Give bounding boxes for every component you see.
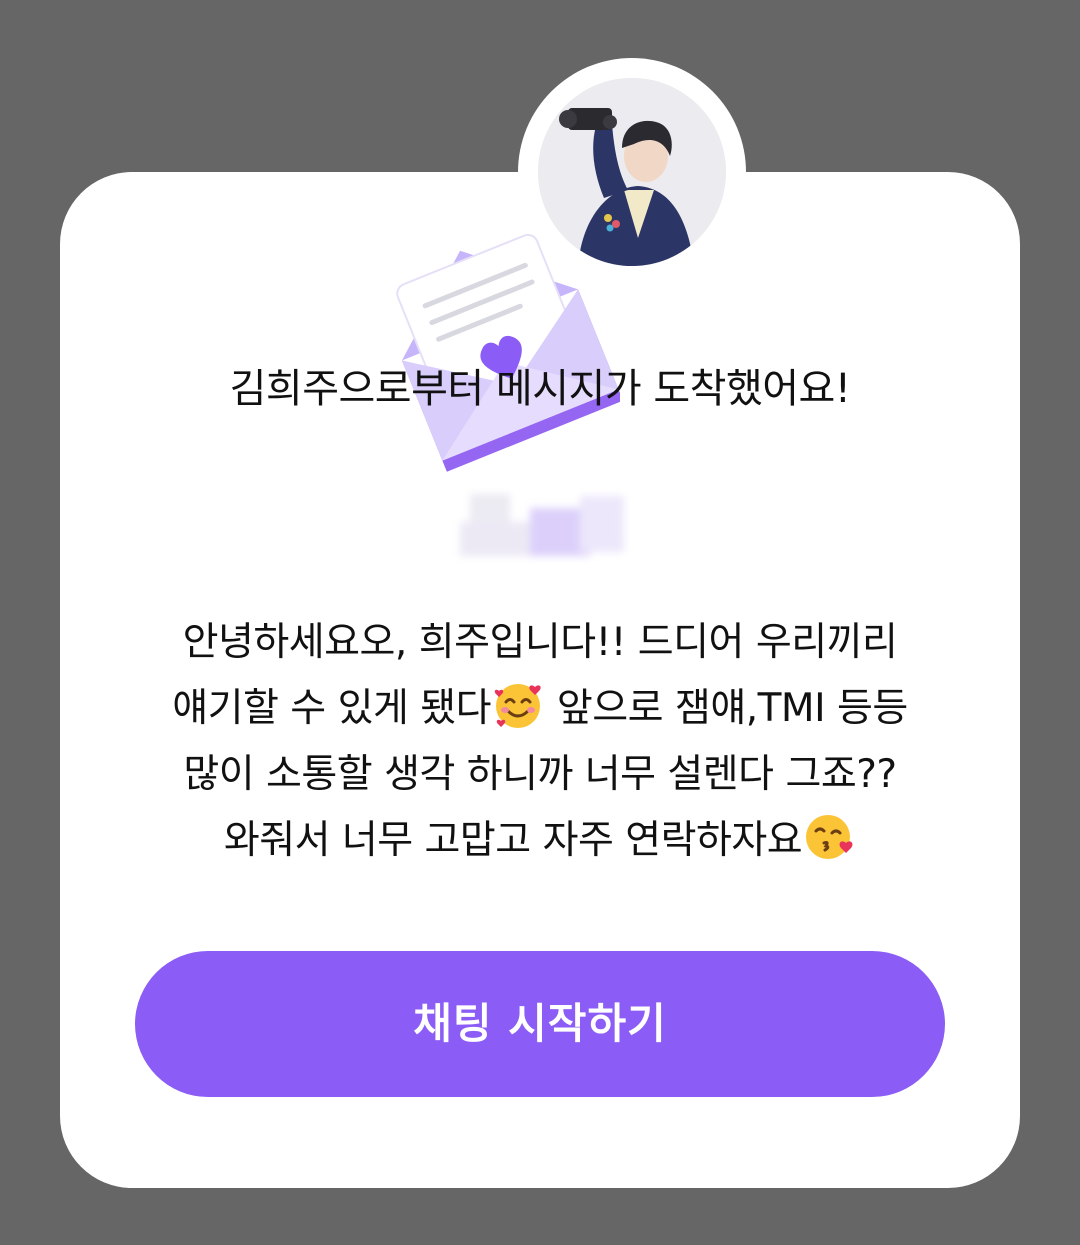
face-blowing-kiss-icon: [806, 815, 853, 859]
smiling-face-with-hearts-icon: [494, 684, 541, 728]
message-line-3: 많이 소통할 생각 하니까 너무 설렌다 그죠??: [183, 752, 897, 797]
profile-photo: [538, 78, 726, 266]
message-line-2-text-b: 앞으로 잼얘,TMI 등등: [545, 686, 908, 731]
blurred-name-image: [460, 494, 624, 556]
start-chat-button[interactable]: 채팅 시작하기: [135, 951, 945, 1097]
message-dialog: 김희주으로부터 메시지가 도착했어요! 안녕하세요오, 희주입니다!! 드디어 …: [60, 58, 1020, 1188]
message-line-2-text-a: 얘기할 수 있게 됐다: [172, 686, 491, 731]
dialog-title: 김희주으로부터 메시지가 도착했어요!: [229, 366, 851, 412]
message-line-4: 와줘서 너무 고맙고 자주 연락하자요: [110, 808, 970, 874]
avatar-ring: [518, 58, 746, 286]
message-line-2: 얘기할 수 있게 됐다 앞으로 잼얘,TMI 등등: [110, 676, 970, 742]
message-line-4-text-a: 와줘서 너무 고맙고 자주 연락하자요: [223, 818, 803, 863]
dialog-message: 안녕하세요오, 희주입니다!! 드디어 우리끼리 얘기할 수 있게 됐다 앞으로…: [110, 610, 970, 874]
message-line-1: 안녕하세요오, 희주입니다!! 드디어 우리끼리: [182, 620, 898, 665]
avatar: [538, 78, 726, 266]
